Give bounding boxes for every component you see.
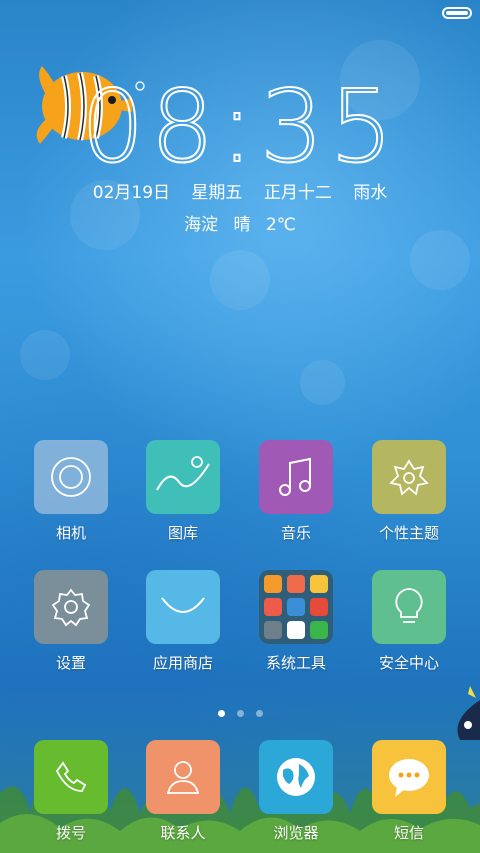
app-store[interactable]: 应用商店 [128, 570, 238, 673]
solar-term: 雨水 [353, 183, 388, 203]
dock-app-contacts[interactable]: 联系人 [128, 740, 238, 843]
folder-preview [264, 575, 328, 639]
folder-icon [259, 570, 333, 644]
store-smile-icon [146, 570, 220, 644]
mini-app-icon [264, 621, 282, 639]
message-bubble-icon [372, 740, 446, 814]
weather-location: 海淀 [184, 215, 219, 235]
date-day: 02月19日 [92, 183, 171, 203]
app-label: 联系人 [160, 824, 206, 842]
phone-icon [34, 740, 108, 814]
dock-app-phone[interactable]: 拨号 [16, 740, 126, 843]
background-bubble [20, 330, 70, 380]
app-label: 图库 [167, 524, 198, 542]
app-label: 个性主题 [378, 524, 439, 542]
mini-app-icon [264, 575, 282, 593]
background-bubble [210, 250, 270, 310]
clock-separator: : [219, 68, 260, 185]
dock-app-messages[interactable]: 短信 [354, 740, 464, 843]
clock-minute: 35 [259, 68, 400, 185]
mini-app-icon [287, 575, 305, 593]
page-dot[interactable] [255, 710, 263, 717]
background-bubble [410, 230, 470, 290]
mini-app-icon [287, 621, 305, 639]
battery-fill [446, 11, 468, 15]
app-label: 系统工具 [265, 654, 326, 672]
date-line[interactable]: 02月19日 星期五 正月十二 雨水 [0, 178, 480, 203]
security-lightbulb-icon [372, 570, 446, 644]
mini-app-icon [310, 621, 328, 639]
app-music[interactable]: 音乐 [241, 440, 351, 543]
app-settings[interactable]: 设置 [16, 570, 126, 673]
clock-hour: 08 [80, 68, 221, 185]
page-dot-active[interactable] [217, 710, 225, 717]
app-theme[interactable]: 个性主题 [354, 440, 464, 543]
app-label: 音乐 [280, 524, 311, 542]
theme-flower-icon [372, 440, 446, 514]
dock-app-browser[interactable]: 浏览器 [241, 740, 351, 843]
gallery-icon [146, 440, 220, 514]
page-dot[interactable] [236, 710, 244, 717]
weather-condition: 晴 [233, 215, 251, 235]
music-icon [259, 440, 333, 514]
clock-time[interactable]: 08:35 [0, 68, 480, 185]
battery-icon [442, 7, 472, 19]
camera-icon [34, 440, 108, 514]
app-label: 短信 [393, 824, 424, 842]
weather-temperature: 2℃ [265, 215, 296, 235]
weather-line[interactable]: 海淀 晴 2℃ [0, 210, 480, 235]
lunar-date: 正月十二 [263, 183, 332, 203]
app-label: 安全中心 [378, 654, 439, 672]
app-security-center[interactable]: 安全中心 [354, 570, 464, 673]
gear-icon [34, 570, 108, 644]
app-system-tools-folder[interactable]: 系统工具 [241, 570, 351, 673]
contacts-icon [146, 740, 220, 814]
mini-app-icon [287, 598, 305, 616]
app-label: 拨号 [55, 824, 86, 842]
page-indicator[interactable] [0, 702, 480, 721]
background-bubble [300, 360, 345, 405]
app-label: 浏览器 [273, 824, 319, 842]
app-label: 应用商店 [152, 654, 213, 672]
app-label: 设置 [55, 654, 86, 672]
app-gallery[interactable]: 图库 [128, 440, 238, 543]
app-camera[interactable]: 相机 [16, 440, 126, 543]
mini-app-icon [264, 598, 282, 616]
app-label: 相机 [55, 524, 86, 542]
mini-app-icon [310, 575, 328, 593]
date-weekday: 星期五 [191, 183, 243, 203]
mini-app-icon [310, 598, 328, 616]
globe-icon [259, 740, 333, 814]
